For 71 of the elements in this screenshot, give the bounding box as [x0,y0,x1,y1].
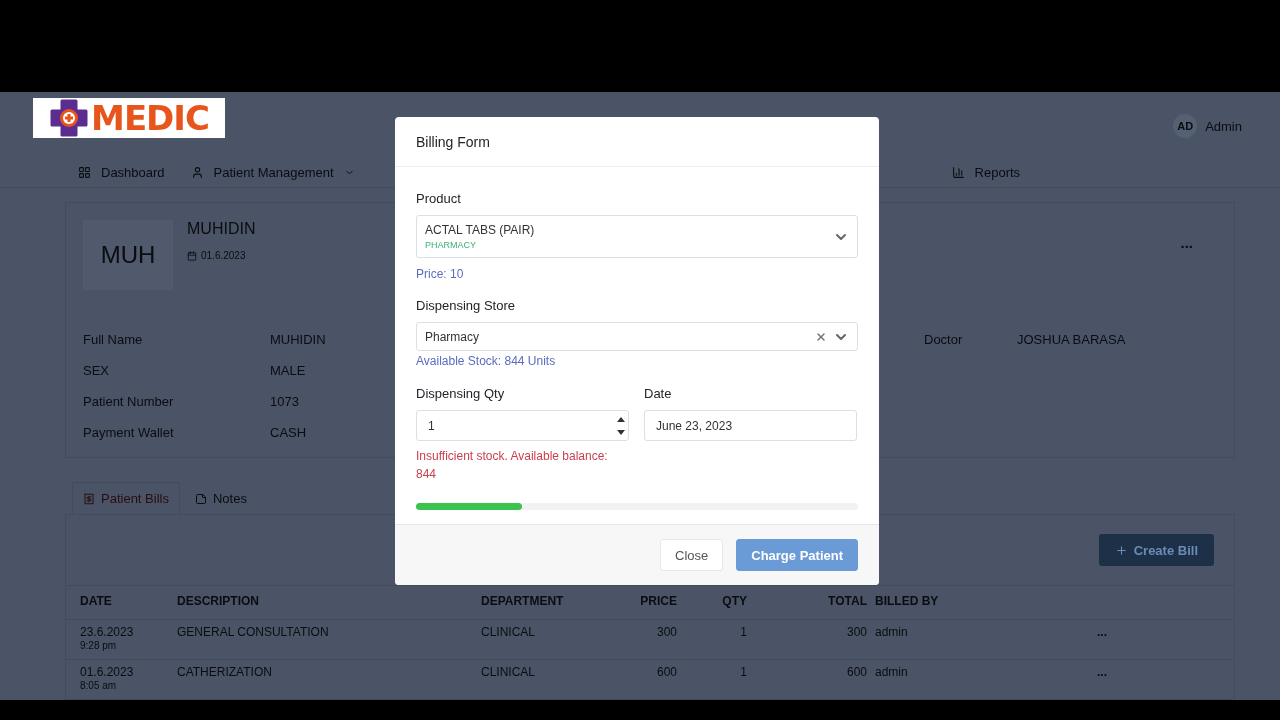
detail-label: Full Name [83,332,143,347]
nav-item[interactable]: Patient Management [190,165,355,181]
row-menu[interactable]: ... [1097,625,1127,639]
nav-item[interactable]: Dashboard [78,165,165,181]
tab[interactable]: Patient Bills [72,482,180,514]
product-select[interactable]: ACTAL TABS (PAIR) PHARMACY [416,215,858,258]
tab[interactable]: Notes [183,482,258,514]
table-cell-text: GENERAL CONSULTATION [177,625,330,639]
column-header: QTY [721,594,748,608]
table-cell: 23.6.2023 [80,625,134,639]
nav-item[interactable]: Reports [951,165,1021,181]
table-cell-text: CLINICAL [481,665,537,679]
table-cell: 8:05 am [80,680,117,691]
detail-label: Payment Wallet [83,425,174,440]
table-cell-text: CATHERIZATION [177,665,273,679]
receipt-icon [83,492,95,505]
detail-value: CASH [270,425,307,440]
row-menu[interactable]: ... [1097,665,1127,679]
error-text: Insufficient stock. Available balance: 844 [416,448,609,483]
stock-text: Available Stock: 844 Units [416,353,556,370]
table-cell-text: admin [875,665,909,679]
cross-logo-icon [49,98,90,138]
table-cell: 01.6.2023 [80,665,134,679]
detail-label: Doctor [924,332,963,347]
detail-value: JOSHUA BARASA [1017,332,1126,347]
price-text: Price: 10 [416,266,464,283]
user-avatar[interactable]: AD [1173,114,1198,138]
table-cell-text: CLINICAL [481,625,537,639]
plus-icon [1114,543,1128,557]
detail-label: SEX [83,363,109,378]
note-icon [194,492,207,505]
create-bill-button[interactable]: Create Bill [1098,534,1214,566]
detail-value: MUHIDIN [270,332,326,347]
table-cell: 9:28 pm [80,640,117,651]
table-cell-text: 1 [739,625,748,639]
field-label: Date [644,386,672,401]
field-label: Dispensing Store [416,298,515,313]
close-button[interactable]: Close [660,539,724,571]
table-cell-text: admin [875,625,909,639]
column-header: PRICE [639,594,678,608]
dialog-title: Billing Form [416,133,490,150]
clear-icon[interactable] [815,330,827,343]
patient-date: 01.6.2023 [201,250,246,261]
user-name[interactable]: Admin [1205,118,1242,134]
detail-value: 1073 [270,394,299,409]
user-icon [190,166,204,180]
table-cell-text: 600 [655,665,678,679]
column-header: DESCRIPTION [177,594,260,608]
column-header: BILLED BY [875,594,940,608]
more-menu[interactable]: ... [1180,234,1193,251]
patient-name: MUHIDIN [187,220,256,238]
grid-icon [78,166,91,180]
qty-input[interactable]: 1 [416,410,629,441]
patient-avatar: MUH [83,220,173,290]
column-header: DEPARTMENT [481,594,565,608]
calendar-icon [187,250,197,261]
column-header: TOTAL [827,594,868,608]
table-cell-text: 300 [845,625,868,639]
detail-label: Patient Number [83,394,174,409]
logo: MEDIC [33,98,225,138]
charge-button[interactable]: Charge Patient [736,539,858,571]
table-cell-text: 600 [845,665,868,679]
chart-icon [951,166,965,180]
field-label: Product [416,191,461,206]
table-cell-text: 1 [739,665,748,679]
date-input[interactable]: June 23, 2023 [644,410,857,441]
table-cell-text: 300 [655,625,678,639]
field-label: Dispensing Qty [416,386,505,401]
column-header: DATE [80,594,113,608]
store-select[interactable]: Pharmacy [416,322,858,351]
detail-value: MALE [270,363,306,378]
